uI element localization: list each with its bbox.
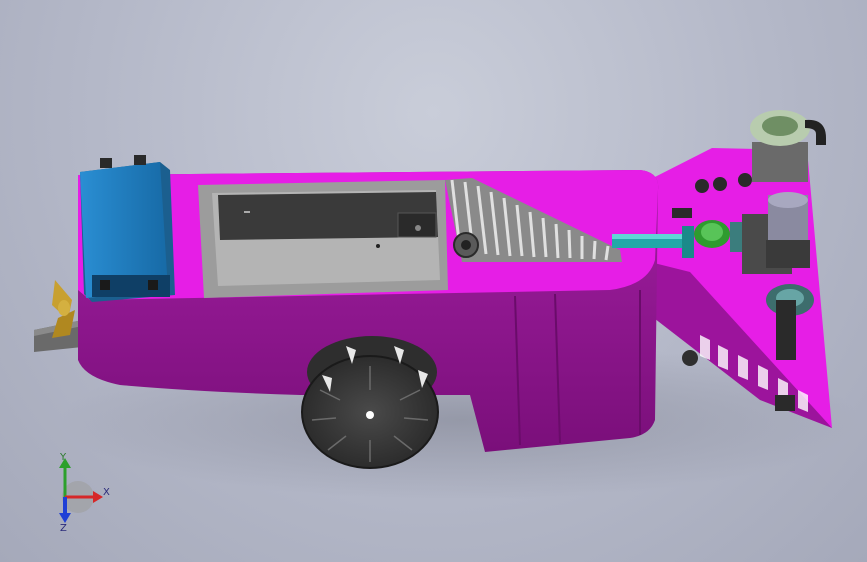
machine-model: Y X Z (34, 110, 860, 534)
cad-viewport[interactable]: Y X Z (0, 0, 867, 562)
collection-tray (198, 180, 448, 298)
z-axis-label: Z (60, 523, 67, 534)
coordinate-triad[interactable]: Y X Z (59, 452, 110, 534)
battery-box (80, 155, 175, 302)
drive-wheel (301, 336, 439, 469)
y-axis-label: Y (59, 452, 67, 463)
x-axis-label: X (103, 487, 110, 498)
